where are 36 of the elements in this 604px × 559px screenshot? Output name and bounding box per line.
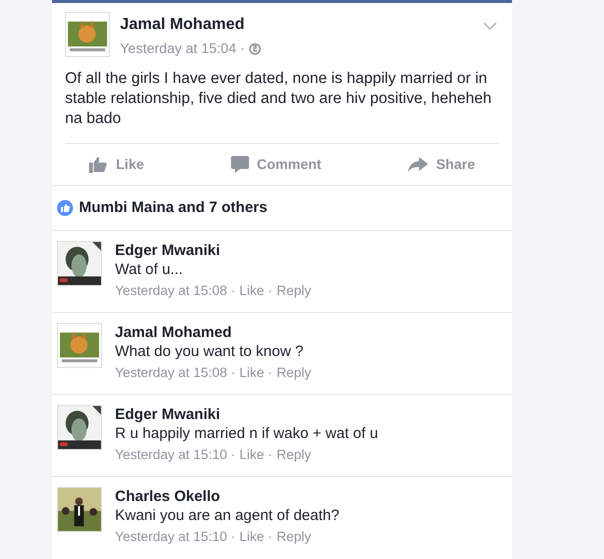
like-link[interactable]: Like — [239, 446, 264, 464]
comment-text: Wat of u... — [115, 260, 184, 279]
comment-text: Kwani you are an agent of death? — [115, 506, 340, 525]
comment-time: Yesterday at 15:08 · — [115, 282, 236, 300]
reply-link[interactable]: Reply — [276, 446, 312, 464]
comment-author[interactable]: Edger Mwaniki — [115, 404, 378, 424]
reply-link[interactable]: Reply — [276, 282, 312, 300]
share-button[interactable]: Share — [408, 154, 475, 176]
like-link[interactable]: Like — [239, 282, 264, 300]
thumbs-up-icon — [89, 156, 108, 174]
speech-bubble-icon — [230, 156, 249, 174]
comment-time: Yesterday at 15:10 · — [115, 528, 236, 546]
share-arrow-icon — [408, 156, 428, 173]
comment-author[interactable]: Charles Okello — [115, 486, 340, 506]
like-badge-icon — [57, 200, 73, 216]
comment-button[interactable]: Comment — [230, 154, 322, 176]
separator-dot: · — [268, 364, 273, 382]
comment-time: Yesterday at 15:10 · — [115, 446, 236, 464]
like-button[interactable]: Like — [89, 154, 144, 176]
reactions-summary[interactable]: Mumbi Maina and 7 others — [79, 196, 268, 220]
comment-author[interactable]: Edger Mwaniki — [115, 240, 312, 260]
comment-text: R u happily married n if wako + wat of u — [115, 424, 378, 443]
chevron-down-icon[interactable] — [483, 22, 497, 30]
comment-text: What do you want to know ? — [115, 342, 304, 361]
separator-dot: · — [268, 528, 273, 546]
comment-time: Yesterday at 15:08 · — [115, 364, 236, 382]
reply-link[interactable]: Reply — [276, 364, 312, 382]
author-name[interactable]: Jamal Mohamed — [120, 15, 473, 35]
post-time: Yesterday at 15:04 · — [120, 39, 245, 58]
separator-dot: · — [268, 446, 273, 464]
like-link[interactable]: Like — [239, 364, 264, 382]
reply-link[interactable]: Reply — [276, 528, 312, 546]
separator-dot: · — [268, 282, 273, 300]
post-text: Of all the girls I have ever dated, none is happily married or in stable relationship, five died and two are hiv positive, heheheh na bado — [64, 69, 493, 129]
like-link[interactable]: Like — [239, 528, 264, 546]
comment-author[interactable]: Jamal Mohamed — [115, 322, 312, 342]
